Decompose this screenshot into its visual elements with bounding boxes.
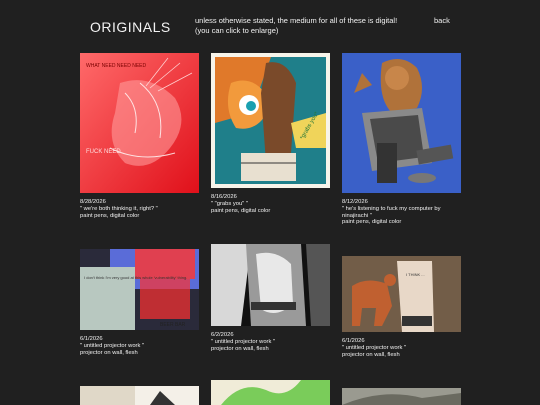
artwork-caption: 6/1/2026 " untitled projector work " pro… (342, 338, 461, 358)
artwork-thumbnail-partial-1[interactable] (80, 386, 199, 405)
artwork-medium: projector on wall, flesh (80, 349, 138, 356)
artwork-title: " untitled projector work " (342, 344, 407, 351)
artwork-medium: paint pens, digital color (80, 212, 140, 219)
artwork-title: " untitled projector work " (211, 338, 276, 345)
red-artwork-lower-text: FUCK NEED (86, 149, 121, 155)
artwork-date: 6/1/2026 (80, 336, 103, 342)
artwork-thumbnail-red-figures[interactable]: WHAT NEED NEED NEED FUCK NEED (80, 53, 199, 193)
projector-3-text: I THINK ... (406, 272, 425, 277)
artwork-date: 8/16/2026 (211, 194, 237, 200)
artwork-date: 6/2/2026 (211, 332, 234, 338)
artwork-medium: paint pens, digital color (211, 207, 271, 214)
page-title: ORIGINALS (90, 19, 171, 35)
artwork-medium: projector on wall, flesh (211, 345, 269, 352)
artwork-card: *grabs you* 8/16/2026 " "grabs you" " pa… (211, 53, 330, 214)
artwork-caption: 8/12/2026 " he's listening to fuck my co… (342, 199, 461, 226)
projector-overlay-sign: BEER BAR (160, 322, 186, 328)
artwork-thumbnail-partial-2[interactable] (211, 380, 330, 405)
medium-note-line: unless otherwise stated, the medium for … (195, 16, 398, 25)
artwork-card: I THINK ... 6/1/2026 " untitled projecto… (342, 256, 461, 358)
artwork-date: 6/1/2026 (342, 338, 365, 344)
back-link[interactable]: back (434, 16, 450, 25)
artwork-medium: ninajirachi " (342, 212, 372, 219)
artwork-title: " we're both thinking it, right? " (80, 205, 158, 212)
artwork-thumbnail-fox[interactable]: *grabs you* (211, 53, 330, 188)
medium-note: unless otherwise stated, the medium for … (195, 16, 397, 35)
artwork-caption: 6/2/2026 " untitled projector work " pro… (211, 332, 330, 352)
artwork-medium-extra: paint pens, digital color (342, 219, 402, 226)
enlarge-hint: (you can click to enlarge) (195, 25, 279, 35)
artwork-card: 8/12/2026 " he's listening to fuck my co… (342, 53, 461, 226)
artwork-card: WHAT NEED NEED NEED FUCK NEED 8/28/2026 … (80, 53, 199, 219)
artwork-thumbnail-projector-2[interactable] (211, 244, 330, 326)
artwork-card-partial (80, 386, 199, 405)
artwork-title: " untitled projector work " (80, 342, 145, 349)
artwork-caption: 8/16/2026 " "grabs you" " paint pens, di… (211, 194, 330, 214)
artwork-card: I don't think I'm very good at this whol… (80, 249, 199, 356)
artwork-thumbnail-projector-3[interactable]: I THINK ... (342, 256, 461, 332)
projector-overlay-text: I don't think I'm very good at this whol… (84, 275, 187, 280)
artwork-title: " "grabs you" " (211, 200, 248, 207)
red-artwork-text: WHAT NEED NEED NEED (86, 63, 146, 69)
artwork-card-partial (211, 380, 330, 405)
artwork-card: 6/2/2026 " untitled projector work " pro… (211, 244, 330, 352)
artwork-caption: 8/28/2026 " we're both thinking it, righ… (80, 199, 199, 219)
artwork-thumbnail-projector-1[interactable]: I don't think I'm very good at this whol… (80, 249, 199, 330)
artwork-medium: projector on wall, flesh (342, 351, 400, 358)
artwork-title: " he's listening to fuck my computer by (342, 205, 441, 212)
artwork-card-partial (342, 388, 461, 405)
artwork-caption: 6/1/2026 " untitled projector work " pro… (80, 336, 199, 356)
artwork-thumbnail-partial-3[interactable] (342, 388, 461, 405)
artwork-thumbnail-computer[interactable] (342, 53, 461, 193)
artwork-date: 8/12/2026 (342, 199, 368, 205)
artwork-date: 8/28/2026 (80, 199, 106, 205)
